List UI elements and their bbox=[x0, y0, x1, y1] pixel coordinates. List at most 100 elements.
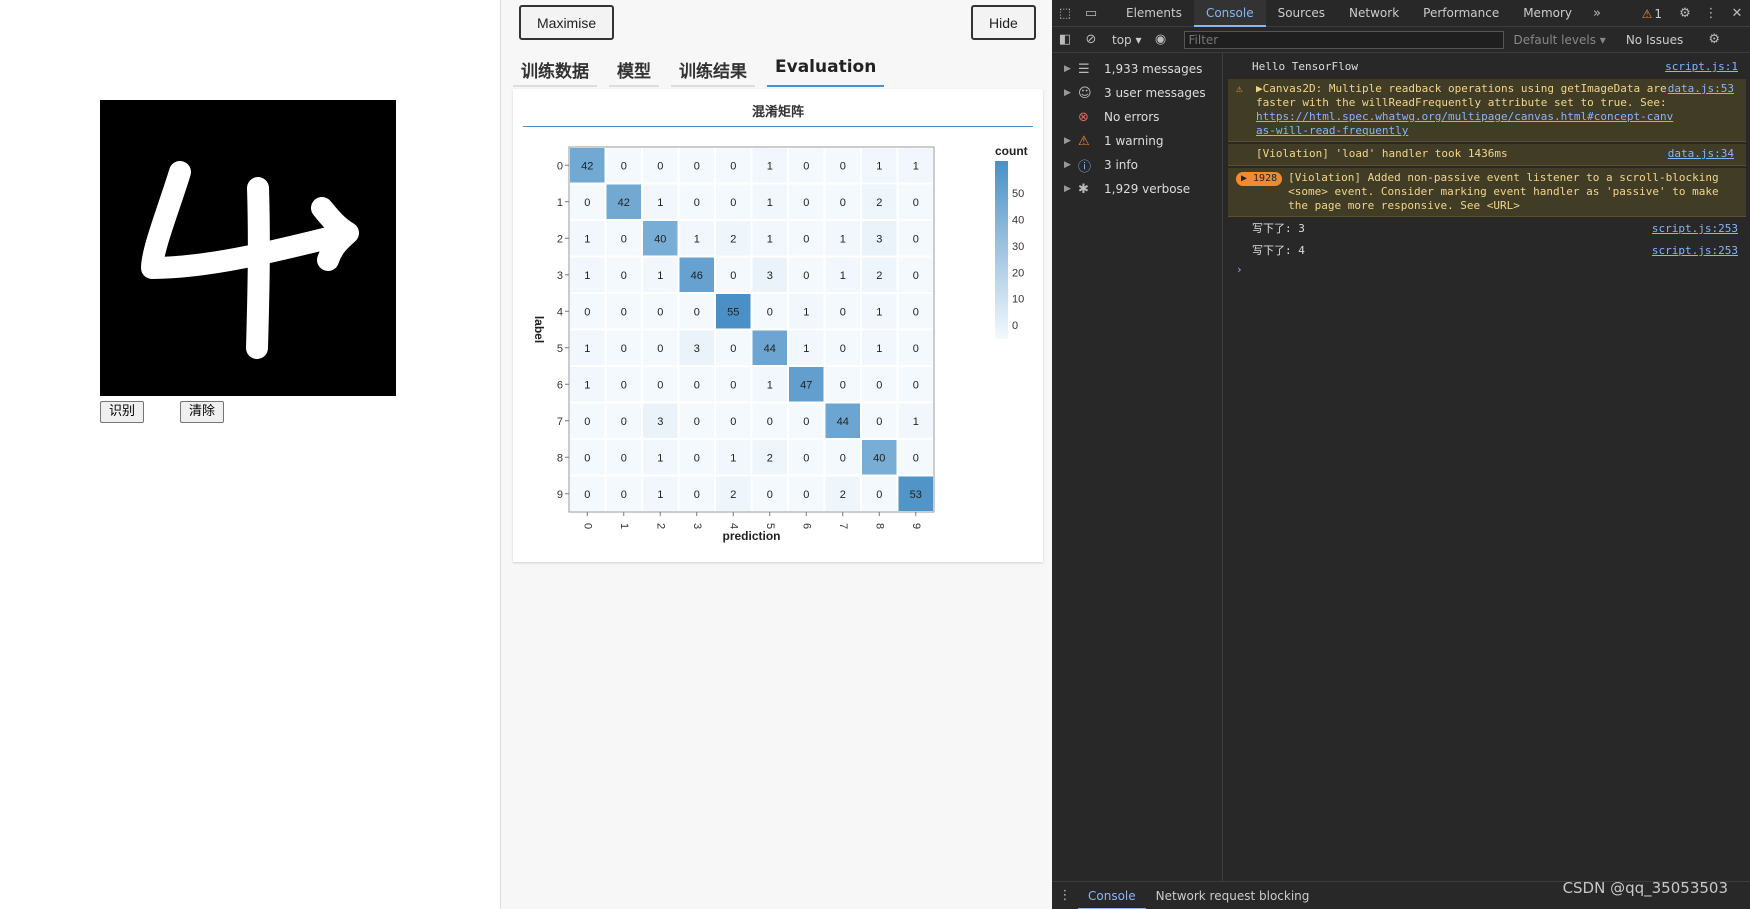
console-filter-bar: ◧ ⊘ top ▾ ◉ Default levels ▾ No Issues ⚙ bbox=[1052, 27, 1750, 53]
console-message: Hello TensorFlow script.js:1 bbox=[1224, 57, 1750, 79]
cell-value-label: 2 bbox=[730, 233, 736, 245]
x-tick-label: 1 bbox=[618, 523, 630, 529]
clear-button[interactable]: 清除 bbox=[180, 401, 225, 423]
repeat-count-badge: ▶ 1928 bbox=[1236, 172, 1283, 186]
sidebar-item-errors[interactable]: ⊗ No errors bbox=[1052, 105, 1222, 129]
filter-input[interactable] bbox=[1183, 30, 1504, 49]
context-selector[interactable]: top ▾ bbox=[1112, 33, 1142, 47]
cell-value-label: 0 bbox=[621, 416, 627, 428]
cell-value-label: 0 bbox=[913, 379, 919, 391]
cell-value-label: 1 bbox=[730, 452, 736, 464]
y-tick-label: 5 bbox=[557, 343, 563, 355]
sidebar-item-messages[interactable]: ▶ ☰ 1,933 messages bbox=[1052, 57, 1222, 81]
console-sidebar: ▶ ☰ 1,933 messages ▶ ☺ 3 user messages ⊗ No e… bbox=[1052, 53, 1223, 881]
maximise-button[interactable]: Maximise bbox=[519, 5, 615, 40]
cell-value-label: 1 bbox=[767, 379, 773, 391]
message-text: [Violation] 'load' handler took 1436ms bbox=[1256, 147, 1508, 160]
error-icon: ⊗ bbox=[1078, 109, 1089, 125]
message-text: [Violation] Added non-passive event list… bbox=[1288, 171, 1719, 212]
cell-value-label: 0 bbox=[621, 306, 627, 318]
list-icon: ☰ bbox=[1078, 61, 1090, 77]
info-icon: ⓘ bbox=[1078, 159, 1092, 175]
cell-value-label: 44 bbox=[837, 416, 849, 428]
x-tick-label: 8 bbox=[873, 523, 885, 529]
legend-tick-label: 10 bbox=[1012, 294, 1024, 306]
warning-count: 1 bbox=[1654, 6, 1662, 21]
sidebar-item-user-messages[interactable]: ▶ ☺ 3 user messages bbox=[1052, 81, 1222, 105]
tab-console[interactable]: Console bbox=[1193, 0, 1266, 27]
legend-tick-label: 40 bbox=[1012, 215, 1024, 227]
confusion-matrix-surface: 混淆矩阵 42 0 0 0 0 1 0 0 1 1 0 42 1 0 0 1 0 0 2 0 1 0 40 1 2 1 0 1 3 0 1 0… bbox=[513, 89, 1043, 562]
cell-value-label: 0 bbox=[803, 416, 809, 428]
source-link[interactable]: data.js:53 bbox=[1668, 82, 1734, 96]
tab-evaluation[interactable]: Evaluation bbox=[767, 55, 885, 87]
cell-value-label: 0 bbox=[657, 379, 663, 391]
more-tabs-icon[interactable]: » bbox=[1584, 0, 1610, 26]
source-link[interactable]: script.js:253 bbox=[1652, 222, 1738, 236]
sidebar-item-info[interactable]: ▶ ⓘ 3 info bbox=[1052, 153, 1222, 177]
cell-value-label: 0 bbox=[840, 197, 846, 209]
cell-value-label: 0 bbox=[913, 306, 919, 318]
more-options-icon[interactable]: ⋮ bbox=[1698, 1, 1724, 27]
source-link[interactable]: script.js:1 bbox=[1665, 60, 1738, 74]
warning-icon: ⚠ bbox=[1078, 133, 1090, 149]
tab-elements[interactable]: Elements bbox=[1114, 0, 1194, 27]
hide-button[interactable]: Hide bbox=[971, 5, 1036, 40]
sidebar-toggle-icon[interactable]: ◧ bbox=[1052, 27, 1078, 53]
y-tick-label: 1 bbox=[557, 197, 563, 209]
sidebar-item-warnings[interactable]: ▶ ⚠ 1 warning bbox=[1052, 129, 1222, 153]
cell-value-label: 0 bbox=[657, 343, 663, 355]
cell-value-label: 1 bbox=[803, 343, 809, 355]
cell-value-label: 1 bbox=[694, 233, 700, 245]
recognize-button[interactable]: 识别 bbox=[100, 401, 145, 423]
y-tick-label: 9 bbox=[557, 489, 563, 501]
tab-model[interactable]: 模型 bbox=[609, 55, 659, 87]
expand-arrow-icon: ▶ bbox=[1064, 184, 1071, 194]
settings-icon[interactable]: ⚙ bbox=[1672, 1, 1698, 27]
cell-value-label: 0 bbox=[876, 379, 882, 391]
source-link[interactable]: data.js:34 bbox=[1668, 147, 1734, 161]
drawer-tab-console[interactable]: Console bbox=[1078, 882, 1146, 909]
eye-icon[interactable]: ◉ bbox=[1148, 27, 1174, 53]
cell-value-label: 47 bbox=[800, 379, 812, 391]
sidebar-item-verbose[interactable]: ▶ ✱ 1,929 verbose bbox=[1052, 177, 1222, 201]
default-levels-dropdown[interactable]: Default levels ▾ bbox=[1514, 33, 1606, 47]
tab-network[interactable]: Network bbox=[1337, 0, 1411, 27]
cell-value-label: 2 bbox=[840, 489, 846, 501]
source-link[interactable]: script.js:253 bbox=[1652, 244, 1738, 258]
device-toggle-icon[interactable]: ▭ bbox=[1078, 0, 1104, 26]
cell-value-label: 1 bbox=[803, 306, 809, 318]
tab-performance[interactable]: Performance bbox=[1411, 0, 1511, 27]
clear-console-icon[interactable]: ⊘ bbox=[1078, 27, 1104, 53]
warning-counter[interactable]: ⚠ 1 bbox=[1642, 7, 1662, 21]
legend-title: count bbox=[995, 144, 1028, 158]
cell-value-label: 0 bbox=[584, 452, 590, 464]
cell-value-label: 0 bbox=[840, 160, 846, 172]
drawing-canvas[interactable] bbox=[100, 100, 396, 396]
console-prompt[interactable]: › bbox=[1224, 263, 1750, 276]
spec-link[interactable]: https://html.spec.whatwg.org/multipage/c… bbox=[1256, 110, 1673, 137]
cell-value-label: 0 bbox=[730, 197, 736, 209]
drawer-tab-network-blocking[interactable]: Network request blocking bbox=[1146, 882, 1320, 909]
cell-value-label: 0 bbox=[730, 160, 736, 172]
console-message: 写下了: 3 script.js:253 bbox=[1224, 219, 1750, 241]
message-text: ▶Canvas2D: Multiple readback operations … bbox=[1256, 82, 1667, 109]
y-tick-label: 3 bbox=[557, 270, 563, 282]
drawer-menu-icon[interactable]: ⋮ bbox=[1052, 883, 1078, 909]
sidebar-item-label: 3 info bbox=[1104, 158, 1138, 172]
sidebar-item-label: 1,929 verbose bbox=[1104, 182, 1191, 196]
tab-training-results[interactable]: 训练结果 bbox=[671, 55, 755, 87]
issues-indicator[interactable]: No Issues bbox=[1626, 33, 1683, 47]
cell-value-label: 2 bbox=[876, 270, 882, 282]
console-violation-group[interactable]: ▶ 1928 [Violation] Added non-passive eve… bbox=[1228, 168, 1746, 217]
cell-value-label: 1 bbox=[840, 270, 846, 282]
console-settings-icon[interactable]: ⚙ bbox=[1701, 27, 1727, 53]
cell-value-label: 55 bbox=[727, 306, 739, 318]
tab-sources[interactable]: Sources bbox=[1266, 0, 1337, 27]
close-icon[interactable]: ✕ bbox=[1724, 1, 1750, 27]
inspect-icon[interactable]: ⬚ bbox=[1052, 0, 1078, 26]
tab-training-data[interactable]: 训练数据 bbox=[513, 55, 597, 87]
tab-memory[interactable]: Memory bbox=[1511, 0, 1584, 27]
cell-value-label: 0 bbox=[803, 197, 809, 209]
y-tick-label: 8 bbox=[557, 452, 563, 464]
